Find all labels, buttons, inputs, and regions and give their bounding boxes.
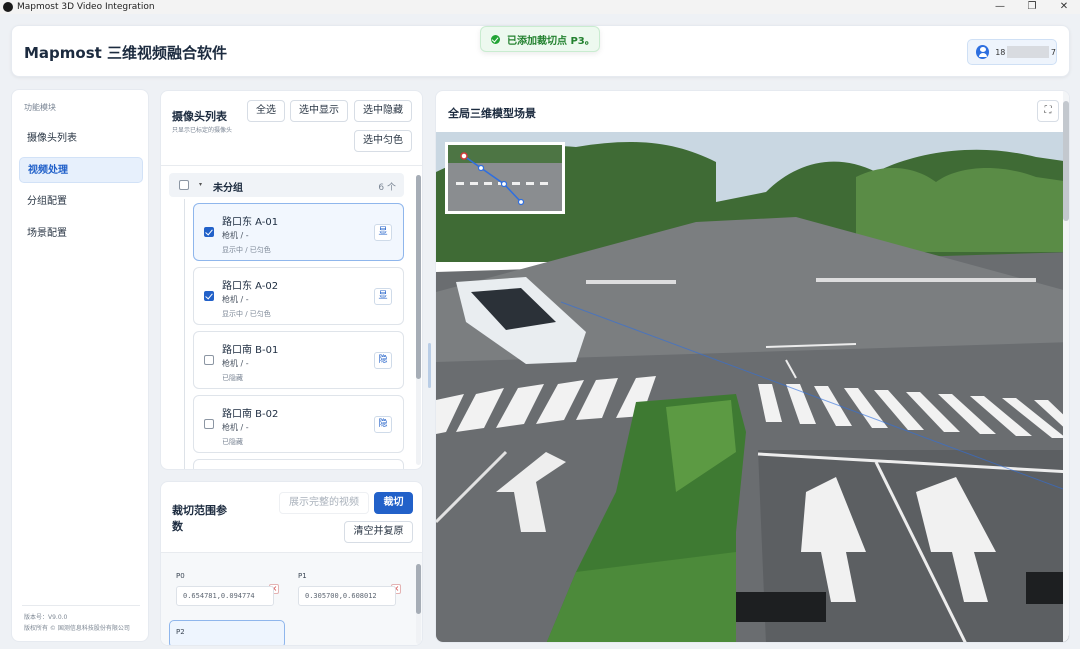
success-toast: 已添加裁切点 P3。 bbox=[480, 26, 600, 52]
points-scrollbar[interactable] bbox=[416, 564, 421, 644]
app-logo-icon bbox=[3, 2, 13, 12]
camera-list-scroll-thumb[interactable] bbox=[416, 175, 421, 379]
check-circle-icon bbox=[491, 34, 500, 44]
caret-down-icon[interactable]: ▾ bbox=[199, 181, 202, 188]
fullscreen-icon[interactable]: ⛶ bbox=[1037, 100, 1059, 122]
camera-checkbox[interactable] bbox=[204, 291, 214, 301]
point-value-field[interactable]: 0.654781,0.094774 bbox=[176, 586, 274, 606]
camera-list-panel: 摄像头列表 只显示已标定的摄像头 全选 选中显示 选中隐藏 选中匀色 ▾ 未分组… bbox=[160, 90, 423, 470]
visibility-toggle-button[interactable]: 显 bbox=[374, 288, 392, 305]
visibility-toggle-button[interactable]: 隐 bbox=[374, 416, 392, 433]
camera-list-subtitle: 只显示已标定的摄像头 bbox=[172, 127, 233, 134]
user-name-suffix: 7 bbox=[1050, 47, 1056, 57]
sidebar-item-video-processing[interactable]: 视频处理 bbox=[19, 157, 143, 183]
window-titlebar: Mapmost 3D Video Integration — ❐ ✕ bbox=[0, 0, 1080, 14]
camera-list-title: 摄像头列表 bbox=[172, 110, 227, 123]
camera-name: 路口南 B-02 bbox=[222, 409, 279, 420]
camera-type: 枪机 / - bbox=[222, 359, 249, 368]
scene-title: 全局三维模型场景 bbox=[448, 107, 536, 120]
sidebar: 功能模块 摄像头列表 视频处理 分组配置 场景配置 版本号：V9.0.0 版权所… bbox=[11, 89, 149, 642]
group-row-ungrouped[interactable]: ▾ 未分组 6 个 bbox=[169, 173, 404, 197]
camera-card-partial[interactable] bbox=[193, 459, 404, 469]
camera-status: 已隐藏 bbox=[222, 374, 243, 382]
group-name: 未分组 bbox=[213, 183, 243, 194]
copyright-label: 版权所有 © 国测信息科技股份有限公司 bbox=[24, 625, 130, 632]
points-scroll-thumb[interactable] bbox=[416, 564, 421, 614]
window-controls: — ❐ ✕ bbox=[984, 0, 1080, 14]
point-label: P1 bbox=[298, 572, 307, 580]
camera-list-scrollbar[interactable] bbox=[416, 175, 421, 465]
camera-status: 显示中 / 已匀色 bbox=[222, 310, 271, 318]
point-card-focused[interactable] bbox=[169, 620, 285, 645]
crop-params-panel: 裁切范围参数 展示完整的视频 裁切 清空并复原 P0 × 0.654781,0.… bbox=[160, 481, 423, 646]
camera-checkbox[interactable] bbox=[204, 227, 214, 237]
group-count: 6 个 bbox=[378, 183, 396, 193]
camera-card[interactable]: 路口南 B-02 枪机 / - 已隐藏 隐 bbox=[193, 395, 404, 453]
scene-scroll-thumb[interactable] bbox=[1063, 101, 1069, 221]
visibility-toggle-button[interactable]: 隐 bbox=[374, 352, 392, 369]
camera-card[interactable]: 路口南 B-01 枪机 / - 已隐藏 隐 bbox=[193, 331, 404, 389]
window-title: Mapmost 3D Video Integration bbox=[17, 2, 155, 12]
camera-status: 已隐藏 bbox=[222, 438, 243, 446]
panel-resize-handle[interactable] bbox=[428, 343, 431, 388]
scene-scrollbar[interactable] bbox=[1063, 91, 1069, 642]
camera-type: 枪机 / - bbox=[222, 423, 249, 432]
camera-name: 路口南 B-01 bbox=[222, 345, 279, 356]
visibility-toggle-button[interactable]: 显 bbox=[374, 224, 392, 241]
hide-selected-button[interactable]: 选中隐藏 bbox=[354, 100, 412, 122]
user-menu[interactable]: 18 7 bbox=[967, 39, 1057, 65]
close-button[interactable]: ✕ bbox=[1048, 0, 1080, 14]
user-avatar-icon bbox=[976, 45, 990, 59]
show-full-video-button[interactable]: 展示完整的视频 bbox=[279, 492, 369, 514]
sidebar-item-group-config[interactable]: 分组配置 bbox=[19, 189, 143, 215]
sidebar-item-scene-config[interactable]: 场景配置 bbox=[19, 221, 143, 247]
tree-line bbox=[184, 199, 185, 469]
app-name: Mapmost 三维视频融合软件 bbox=[24, 44, 228, 62]
show-selected-button[interactable]: 选中显示 bbox=[290, 100, 348, 122]
select-all-button[interactable]: 全选 bbox=[247, 100, 285, 122]
point-value-field[interactable]: 0.305700,0.608012 bbox=[298, 586, 396, 606]
camera-status: 显示中 / 已匀色 bbox=[222, 246, 271, 254]
sidebar-item-camera-list[interactable]: 摄像头列表 bbox=[19, 126, 143, 152]
point-label: P0 bbox=[176, 572, 185, 580]
sidebar-divider bbox=[22, 605, 140, 606]
point-label: P2 bbox=[176, 628, 185, 636]
camera-card[interactable]: 路口东 A-01 枪机 / - 显示中 / 已匀色 显 bbox=[193, 203, 404, 261]
restore-button[interactable]: ❐ bbox=[1016, 0, 1048, 14]
camera-name: 路口东 A-01 bbox=[222, 217, 279, 228]
crop-button[interactable]: 裁切 bbox=[374, 492, 413, 514]
camera-type: 枪机 / - bbox=[222, 231, 249, 240]
group-checkbox[interactable] bbox=[179, 180, 189, 190]
even-color-selected-button[interactable]: 选中匀色 bbox=[354, 130, 412, 152]
camera-checkbox[interactable] bbox=[204, 355, 214, 365]
camera-type: 枪机 / - bbox=[222, 295, 249, 304]
camera-card[interactable]: 路口东 A-02 枪机 / - 显示中 / 已匀色 显 bbox=[193, 267, 404, 325]
toast-message: 已添加裁切点 P3。 bbox=[507, 35, 595, 47]
camera-list-divider bbox=[161, 165, 422, 166]
minimize-button[interactable]: — bbox=[984, 0, 1016, 14]
sidebar-title: 功能模块 bbox=[24, 103, 56, 112]
scene-panel: 全局三维模型场景 ⛶ bbox=[435, 90, 1070, 643]
crop-params-title: 裁切范围参数 bbox=[172, 504, 227, 533]
user-name-redacted bbox=[1007, 46, 1049, 58]
scene-3d-viewport[interactable] bbox=[436, 132, 1069, 642]
camera-checkbox[interactable] bbox=[204, 419, 214, 429]
clear-restore-button[interactable]: 清空并复原 bbox=[344, 521, 413, 543]
version-label: 版本号：V9.0.0 bbox=[24, 614, 68, 621]
user-name-prefix: 18 bbox=[995, 47, 1006, 57]
camera-name: 路口东 A-02 bbox=[222, 281, 279, 292]
